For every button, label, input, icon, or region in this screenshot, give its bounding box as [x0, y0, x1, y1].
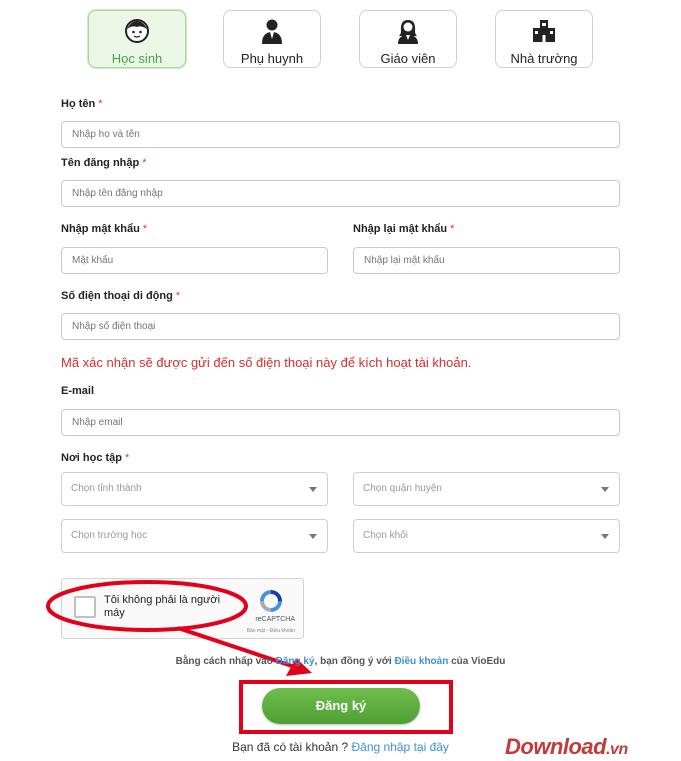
watermark-logo: Download.vn — [505, 734, 628, 759]
annotation-overlay — [46, 580, 453, 734]
register-button[interactable]: Đăng ký — [262, 688, 420, 724]
register-link[interactable]: Đăng ký — [276, 656, 315, 667]
login-link[interactable]: Đăng nhập tại đây — [352, 740, 449, 754]
terms-link[interactable]: Điều khoản — [394, 656, 448, 667]
terms-text: Bằng cách nhấp vào Đăng ký, bạn đồng ý v… — [175, 656, 506, 667]
